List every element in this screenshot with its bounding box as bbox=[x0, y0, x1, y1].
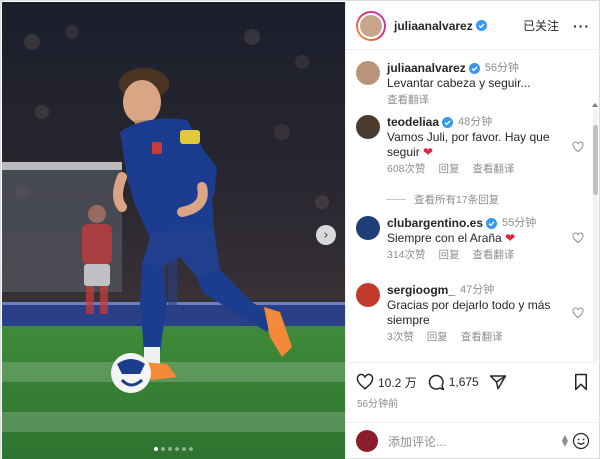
view-replies-text: 查看所有17条回复 bbox=[414, 194, 500, 206]
post-photo[interactable]: › bbox=[2, 2, 345, 459]
reply-link[interactable]: 回复 bbox=[427, 331, 448, 343]
see-translation-link[interactable]: 查看翻译 bbox=[472, 249, 514, 261]
emoji-picker-icon[interactable] bbox=[572, 432, 590, 450]
scroll-up-arrow-icon[interactable] bbox=[592, 103, 598, 107]
replies-divider bbox=[386, 199, 406, 200]
like-count[interactable]: 314次赞 bbox=[387, 249, 426, 261]
reply-link[interactable]: 回复 bbox=[438, 249, 459, 261]
comment-time: 47分钟 bbox=[460, 284, 495, 296]
verified-badge-icon bbox=[442, 117, 454, 128]
comment-avatar[interactable] bbox=[356, 283, 380, 307]
comment-avatar[interactable] bbox=[356, 61, 380, 85]
comments-count[interactable]: 1,675 bbox=[449, 375, 479, 389]
see-translation-link[interactable]: 查看翻译 bbox=[387, 94, 429, 106]
next-slide-button[interactable]: › bbox=[316, 225, 336, 245]
resize-handle-icon[interactable]: ▲ ▼ bbox=[562, 434, 568, 448]
comment-time: 56分钟 bbox=[484, 62, 519, 74]
red-heart-emoji: ❤ bbox=[423, 145, 434, 159]
like-comment-icon[interactable] bbox=[572, 307, 584, 319]
verified-badge-icon bbox=[486, 218, 498, 229]
add-comment-input[interactable]: 添加评论... bbox=[388, 433, 446, 450]
comment-meta: 608次赞 回复 查看翻译 bbox=[387, 162, 566, 177]
see-translation-link[interactable]: 查看翻译 bbox=[472, 163, 514, 175]
comment-username[interactable]: sergioogm_ bbox=[387, 283, 455, 298]
comment-bubble-icon[interactable] bbox=[427, 373, 445, 391]
red-heart-emoji: ❤ bbox=[505, 231, 516, 245]
carousel-indicator bbox=[2, 447, 345, 451]
following-button[interactable]: 已关注 bbox=[523, 17, 559, 34]
comment-text: Gracias por dejarlo todo y más siempre bbox=[387, 298, 551, 327]
comment-text: Siempre con el Araña ❤ bbox=[387, 231, 516, 245]
comment-meta: 3次赞 回复 查看翻译 bbox=[387, 330, 566, 345]
carousel-dot[interactable] bbox=[175, 447, 179, 451]
current-user-avatar bbox=[356, 430, 378, 452]
football-player-image bbox=[2, 2, 345, 459]
verified-badge-icon bbox=[468, 63, 480, 74]
carousel-dot[interactable] bbox=[182, 447, 186, 451]
comment-username[interactable]: juliaanalvarez bbox=[387, 61, 466, 76]
comment-text: Vamos Juli, por favor. Hay que seguir ❤ bbox=[387, 130, 550, 159]
comment-text: Levantar cabeza y seguir... bbox=[387, 76, 531, 90]
author-avatar[interactable] bbox=[356, 10, 386, 41]
instagram-post-window: › juliaanalvarez 已关注 ··· juliaanalvarez bbox=[0, 0, 600, 459]
verified-badge-icon bbox=[475, 20, 487, 31]
reply-link[interactable]: 回复 bbox=[438, 163, 459, 175]
like-count[interactable]: 608次赞 bbox=[387, 163, 426, 175]
carousel-dot[interactable] bbox=[161, 447, 165, 451]
like-comment-icon[interactable] bbox=[572, 141, 584, 153]
like-count[interactable]: 3次赞 bbox=[387, 331, 414, 343]
carousel-dot[interactable] bbox=[154, 447, 158, 451]
comment-time: 48分钟 bbox=[458, 116, 493, 128]
carousel-dot[interactable] bbox=[189, 447, 193, 451]
comment-username[interactable]: teodeliaa bbox=[387, 115, 439, 130]
comment-avatar[interactable] bbox=[356, 216, 380, 240]
comment-item: clubargentino.es 55分钟 Siempre con el Ara… bbox=[356, 216, 584, 263]
save-bookmark-icon[interactable] bbox=[572, 373, 590, 391]
carousel-dot[interactable] bbox=[168, 447, 172, 451]
comment-avatar[interactable] bbox=[356, 115, 380, 139]
caption-comment: juliaanalvarez 56分钟 Levantar cabeza y se… bbox=[356, 61, 584, 108]
comment-username[interactable]: clubargentino.es bbox=[387, 216, 483, 231]
comment-item: sergioogm_ 47分钟 Gracias por dejarlo todo… bbox=[356, 283, 584, 345]
comments-scrollbar[interactable] bbox=[591, 103, 599, 361]
comment-meta: 查看翻译 bbox=[387, 93, 584, 108]
post-side-panel: juliaanalvarez 已关注 ··· juliaanalvarez 56… bbox=[345, 2, 600, 459]
view-replies-link[interactable]: 查看所有17条回复 bbox=[386, 192, 499, 207]
add-comment-bar: 添加评论... ▲ ▼ bbox=[346, 422, 600, 459]
author-username[interactable]: juliaanalvarez bbox=[394, 19, 473, 33]
post-time: 56分钟前 bbox=[357, 399, 399, 410]
more-options-icon[interactable]: ··· bbox=[573, 18, 590, 34]
post-actions: 10.2 万 1,675 56分钟前 bbox=[346, 362, 600, 430]
comment-meta: 314次赞 回复 查看翻译 bbox=[387, 248, 566, 263]
scroll-thumb[interactable] bbox=[593, 125, 598, 195]
comments-list: juliaanalvarez 56分钟 Levantar cabeza y se… bbox=[346, 51, 600, 361]
likes-count[interactable]: 10.2 万 bbox=[378, 374, 417, 391]
see-translation-link[interactable]: 查看翻译 bbox=[461, 331, 503, 343]
comment-time: 55分钟 bbox=[502, 217, 537, 229]
like-comment-icon[interactable] bbox=[572, 232, 584, 244]
comment-item: teodeliaa 48分钟 Vamos Juli, por favor. Ha… bbox=[356, 115, 584, 177]
share-send-icon[interactable] bbox=[489, 373, 507, 391]
like-heart-icon[interactable] bbox=[356, 373, 374, 391]
post-header: juliaanalvarez 已关注 ··· bbox=[346, 2, 600, 50]
